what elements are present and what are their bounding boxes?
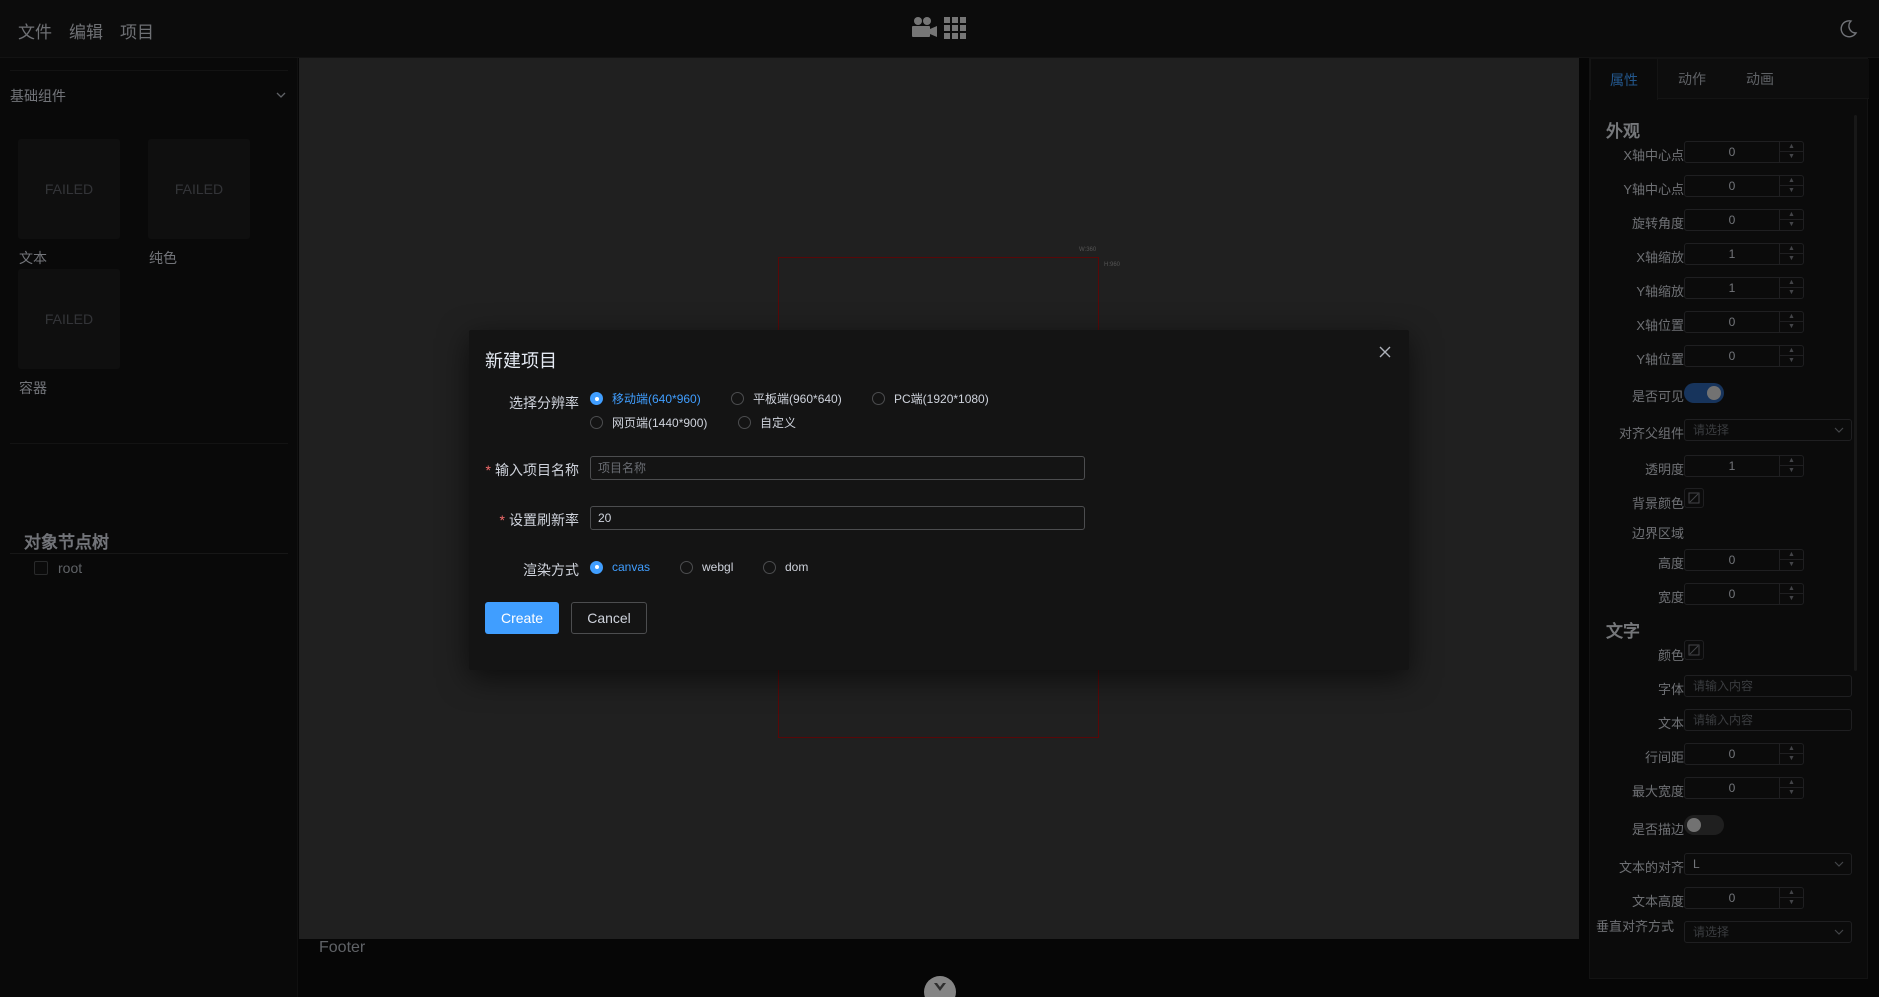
cancel-button[interactable]: Cancel — [571, 602, 647, 634]
radio-dom[interactable]: dom — [763, 560, 808, 574]
fps-input[interactable]: 20 — [590, 506, 1085, 530]
required-mark: * — [499, 512, 505, 528]
radio-dot — [763, 560, 776, 574]
resolution-label: 选择分辨率 — [509, 395, 579, 411]
radio-dot — [731, 392, 744, 405]
close-icon[interactable] — [1377, 344, 1393, 360]
radio-canvas[interactable]: canvas — [590, 560, 650, 574]
radio-label: dom — [785, 560, 809, 574]
radio-dot — [872, 392, 885, 405]
project-name-input[interactable]: 项目名称 — [590, 456, 1085, 480]
create-button[interactable]: Create — [485, 602, 559, 634]
radio-label: webgl — [702, 560, 734, 574]
label-text: 设置刷新率 — [509, 512, 579, 528]
project-name-label: * 输入项目名称 — [469, 460, 579, 480]
radio-label: 移动端(640*960) — [612, 392, 701, 406]
radio-label: 网页端(1440*900) — [612, 416, 708, 430]
dialog-title: 新建项目 — [485, 351, 557, 371]
radio-pc[interactable]: PC端(1920*1080) — [872, 390, 989, 407]
radio-mobile[interactable]: 移动端(640*960) — [590, 390, 701, 407]
radio-dot — [680, 560, 693, 574]
radio-dot — [738, 416, 751, 429]
radio-dot — [590, 392, 603, 405]
label-text: 输入项目名称 — [495, 462, 579, 478]
radio-dot — [590, 416, 603, 429]
radio-label: 自定义 — [760, 416, 797, 430]
radio-label: canvas — [612, 560, 651, 574]
radio-dot — [590, 560, 603, 574]
render-label: 渲染方式 — [523, 562, 579, 578]
radio-web[interactable]: 网页端(1440*900) — [590, 414, 707, 431]
new-project-dialog: 新建项目 选择分辨率 移动端(640*960) 平板端(960*640) PC端… — [469, 330, 1409, 670]
required-mark: * — [485, 462, 491, 478]
radio-custom[interactable]: 自定义 — [738, 414, 796, 431]
radio-label: 平板端(960*640) — [753, 392, 842, 406]
radio-webgl[interactable]: webgl — [680, 560, 733, 574]
radio-tablet[interactable]: 平板端(960*640) — [731, 390, 842, 407]
radio-label: PC端(1920*1080) — [894, 392, 989, 406]
fps-label: * 设置刷新率 — [469, 510, 579, 530]
